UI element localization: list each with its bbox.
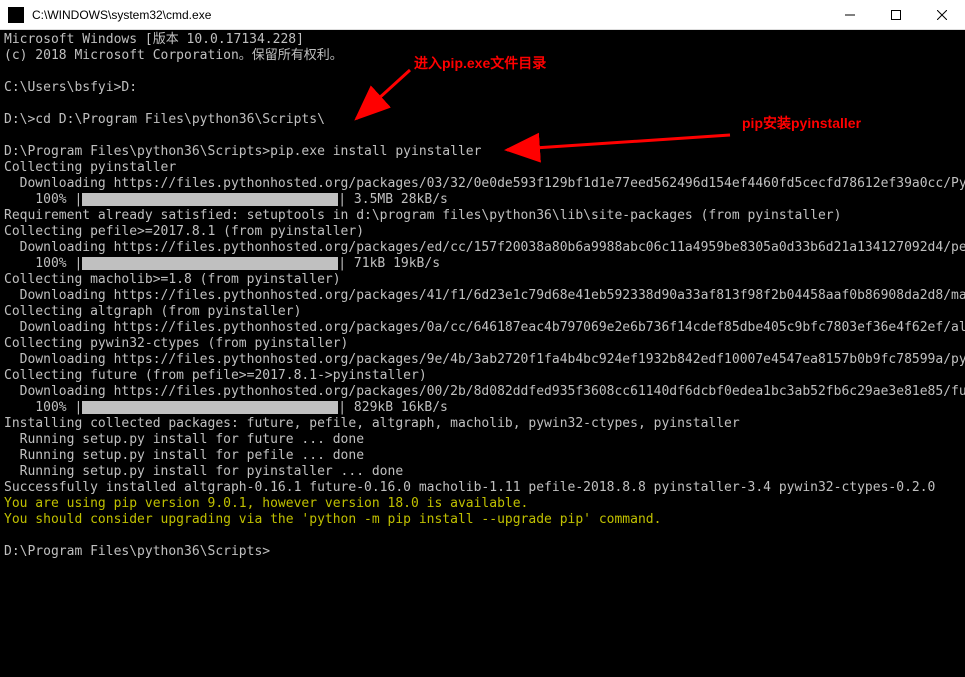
terminal-output[interactable]: Microsoft Windows [版本 10.0.17134.228](c)… [0,30,965,677]
terminal-line: Collecting macholib>=1.8 (from pyinstall… [4,272,961,288]
window-title: C:\WINDOWS\system32\cmd.exe [32,8,827,22]
terminal-line: Collecting pywin32-ctypes (from pyinstal… [4,336,961,352]
terminal-line: Downloading https://files.pythonhosted.o… [4,288,961,304]
terminal-line: Running setup.py install for future ... … [4,432,961,448]
terminal-line [4,528,961,544]
terminal-line: Collecting future (from pefile>=2017.8.1… [4,368,961,384]
window-titlebar: C:\WINDOWS\system32\cmd.exe [0,0,965,30]
terminal-line: D:\Program Files\python36\Scripts>pip.ex… [4,144,961,160]
terminal-line: D:\Program Files\python36\Scripts> [4,544,961,560]
terminal-line: Downloading https://files.pythonhosted.o… [4,352,961,368]
cmd-icon [8,7,24,23]
terminal-line: Running setup.py install for pefile ... … [4,448,961,464]
terminal-line: Microsoft Windows [版本 10.0.17134.228] [4,32,961,48]
window-controls [827,0,965,30]
terminal-line: D:\>cd D:\Program Files\python36\Scripts… [4,112,961,128]
terminal-line: Collecting altgraph (from pyinstaller) [4,304,961,320]
terminal-line: Collecting pefile>=2017.8.1 (from pyinst… [4,224,961,240]
terminal-line: Successfully installed altgraph-0.16.1 f… [4,480,961,496]
terminal-line [4,64,961,80]
terminal-line: Downloading https://files.pythonhosted.o… [4,176,961,192]
terminal-line: Requirement already satisfied: setuptool… [4,208,961,224]
terminal-line [4,96,961,112]
minimize-button[interactable] [827,0,873,30]
terminal-line: (c) 2018 Microsoft Corporation。保留所有权利。 [4,48,961,64]
terminal-line: 100% || 71kB 19kB/s [4,256,961,272]
terminal-line: Downloading https://files.pythonhosted.o… [4,384,961,400]
close-button[interactable] [919,0,965,30]
terminal-line: C:\Users\bsfyi>D: [4,80,961,96]
terminal-line: 100% || 3.5MB 28kB/s [4,192,961,208]
terminal-line: 100% || 829kB 16kB/s [4,400,961,416]
terminal-line: Downloading https://files.pythonhosted.o… [4,320,961,336]
terminal-line: Collecting pyinstaller [4,160,961,176]
terminal-line: Downloading https://files.pythonhosted.o… [4,240,961,256]
terminal-line [4,128,961,144]
terminal-line: You should consider upgrading via the 'p… [4,512,961,528]
terminal-line: Installing collected packages: future, p… [4,416,961,432]
terminal-line: Running setup.py install for pyinstaller… [4,464,961,480]
terminal-line: You are using pip version 9.0.1, however… [4,496,961,512]
maximize-button[interactable] [873,0,919,30]
